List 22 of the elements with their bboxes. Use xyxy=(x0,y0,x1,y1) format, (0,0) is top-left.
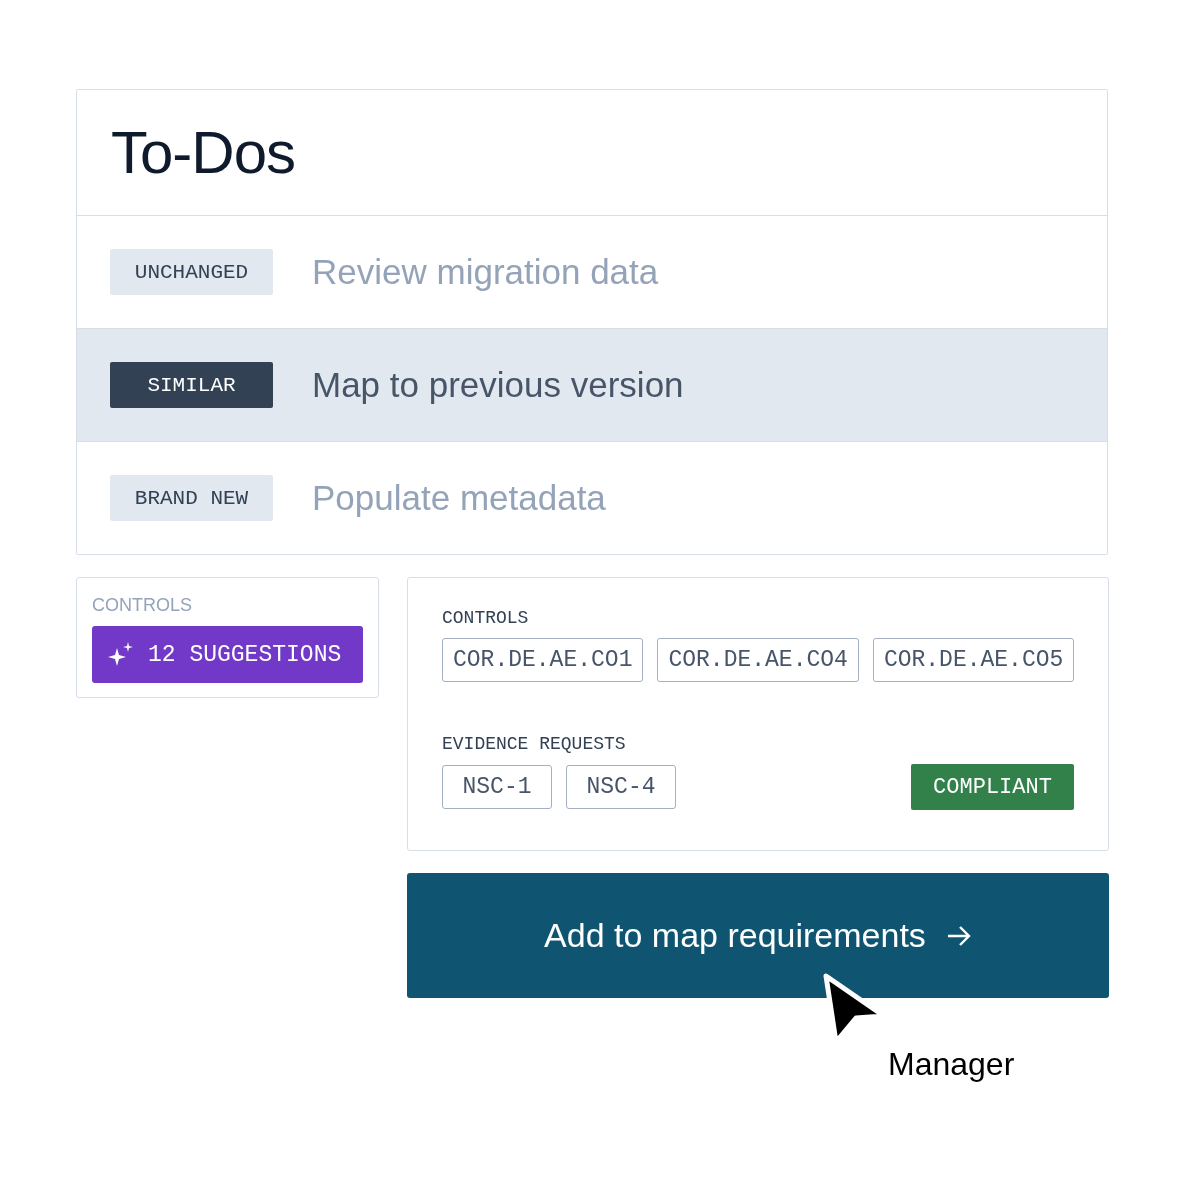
status-tag: BRAND NEW xyxy=(110,475,273,521)
control-chip[interactable]: COR.DE.AE.CO1 xyxy=(442,638,644,682)
evidence-chip[interactable]: NSC-1 xyxy=(442,765,552,809)
section-heading: CONTROLS xyxy=(92,595,193,616)
todo-label: Populate metadata xyxy=(312,478,606,518)
section-heading: EVIDENCE REQUESTS xyxy=(442,734,627,754)
add-button[interactable]: Add to map requirements xyxy=(407,873,1109,998)
status-badge: COMPLIANT xyxy=(911,764,1074,810)
todo-row[interactable]: SIMILAR Map to previous version xyxy=(77,329,1107,442)
evidence-chip[interactable]: NSC-4 xyxy=(566,765,676,809)
todo-label: Map to previous version xyxy=(312,365,684,405)
suggestions-button[interactable]: 12 SUGGESTIONS xyxy=(92,626,363,683)
arrow-right-icon xyxy=(945,924,972,947)
control-chip[interactable]: COR.DE.AE.CO4 xyxy=(657,638,859,682)
section-heading: CONTROLS xyxy=(442,608,530,628)
status-tag: SIMILAR xyxy=(110,362,273,408)
status-tag: UNCHANGED xyxy=(110,249,273,295)
control-chip[interactable]: COR.DE.AE.CO5 xyxy=(872,638,1075,682)
todo-label: Review migration data xyxy=(312,252,659,292)
todo-row[interactable]: BRAND NEW Populate metadata xyxy=(77,442,1107,554)
cursor-label: Manager xyxy=(888,1046,1015,1083)
card-title: To-Dos xyxy=(111,118,296,187)
